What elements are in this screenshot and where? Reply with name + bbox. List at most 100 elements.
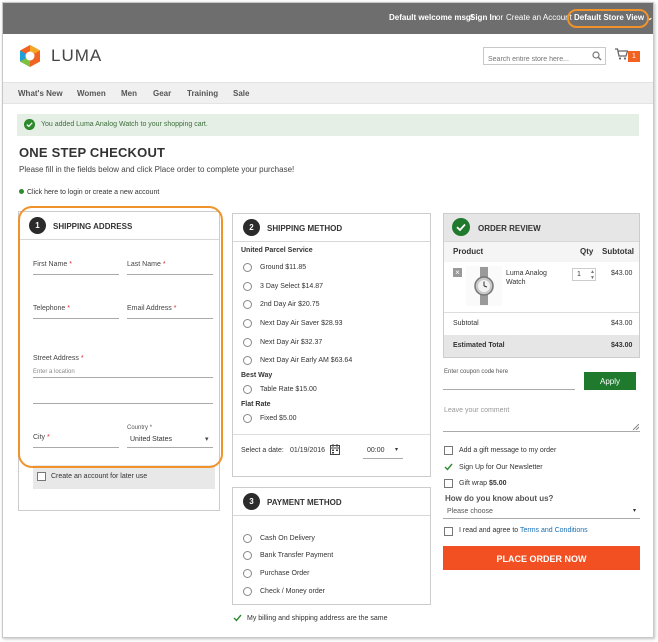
panel-title: SHIPPING METHOD xyxy=(267,224,343,233)
store-view-highlight xyxy=(567,9,649,28)
option-bank-transfer[interactable]: Bank Transfer Payment xyxy=(260,552,333,559)
resize-handle-icon[interactable] xyxy=(633,424,639,430)
radio-table-rate[interactable] xyxy=(243,385,252,394)
newsletter-label[interactable]: Sign Up for Our Newsletter xyxy=(459,464,543,471)
nav-item-gear[interactable]: Gear xyxy=(153,89,171,98)
radio-next-day-early[interactable] xyxy=(243,356,252,365)
coupon-input[interactable]: Enter coupon code here xyxy=(444,369,508,375)
estimated-total-row: Estimated Total $43.00 xyxy=(444,335,639,357)
page-title: ONE STEP CHECKOUT xyxy=(19,145,166,160)
terms-checkbox[interactable] xyxy=(444,527,453,536)
group-best-way: Best Way xyxy=(241,372,273,379)
option-next-day[interactable]: Next Day Air $32.37 xyxy=(260,339,322,346)
browser-frame: Default welcome msg! Sign In or Create a… xyxy=(2,2,654,638)
payment-method-header: 3 PAYMENT METHOD xyxy=(233,488,430,516)
option-ground[interactable]: Ground $11.85 xyxy=(260,264,306,271)
step-number: 3 xyxy=(243,493,260,510)
order-review-panel: ORDER REVIEW Product Qty Subtotal × Luma… xyxy=(443,213,640,358)
group-flat-rate: Flat Rate xyxy=(241,401,271,408)
remove-item-icon[interactable]: × xyxy=(453,268,462,277)
radio-check-money[interactable] xyxy=(243,587,252,596)
checkmark-icon[interactable] xyxy=(444,463,453,471)
create-account-checkbox[interactable] xyxy=(37,472,46,481)
search-icon[interactable] xyxy=(592,51,602,61)
sign-in-link[interactable]: Sign In xyxy=(470,13,497,22)
how-know-underline xyxy=(443,518,640,519)
bullet-icon xyxy=(19,189,24,194)
option-purchase-order[interactable]: Purchase Order xyxy=(260,570,309,577)
search-box[interactable] xyxy=(483,47,606,68)
radio-purchase-order[interactable] xyxy=(243,569,252,578)
create-account-link[interactable]: Create an Account xyxy=(506,13,572,22)
apply-coupon-button[interactable]: Apply xyxy=(584,372,636,390)
calendar-icon[interactable] xyxy=(330,444,340,455)
option-check-money[interactable]: Check / Money order xyxy=(260,588,325,595)
place-order-button[interactable]: PLACE ORDER NOW xyxy=(443,546,640,570)
radio-next-day-saver[interactable] xyxy=(243,319,252,328)
welcome-text: Default welcome msg! xyxy=(389,13,474,22)
luma-logo-icon[interactable] xyxy=(17,43,43,69)
billing-same-label[interactable]: My billing and shipping address are the … xyxy=(247,615,387,622)
radio-next-day[interactable] xyxy=(243,338,252,347)
option-fixed[interactable]: Fixed $5.00 xyxy=(260,415,297,422)
check-circle-icon xyxy=(452,218,470,236)
nav-item-whats-new[interactable]: What's New xyxy=(18,89,63,98)
radio-bank-transfer[interactable] xyxy=(243,551,252,560)
date-input[interactable]: 01/19/2016 xyxy=(290,447,325,454)
gift-message-checkbox[interactable] xyxy=(444,446,453,455)
time-underline xyxy=(363,458,403,459)
login-link-text: Click here to login or create a new acco… xyxy=(27,189,160,196)
total-label: Estimated Total xyxy=(453,342,505,349)
col-qty: Qty xyxy=(580,247,594,256)
nav-item-women[interactable]: Women xyxy=(77,89,106,98)
chevron-down-icon[interactable]: ▾ xyxy=(395,446,398,453)
comment-underline xyxy=(443,431,640,432)
time-select[interactable]: 00:00 xyxy=(367,447,385,454)
radio-3day[interactable] xyxy=(243,282,252,291)
review-table-header: Product Qty Subtotal xyxy=(444,242,639,262)
page-subtitle: Please fill in the fields below and clic… xyxy=(19,165,295,174)
chevron-down-icon[interactable]: ▾ xyxy=(633,507,636,514)
total-value: $43.00 xyxy=(611,342,633,349)
order-review-header: ORDER REVIEW xyxy=(444,214,639,242)
gift-wrap-label[interactable]: Gift wrap $5.00 xyxy=(459,480,507,487)
comment-textarea[interactable]: Leave your comment xyxy=(444,407,509,414)
how-know-select[interactable]: Please choose xyxy=(447,508,493,515)
subtotal-value: $43.00 xyxy=(611,320,633,327)
payment-method-panel: 3 PAYMENT METHOD Cash On Delivery Bank T… xyxy=(232,487,431,605)
create-account-label: Create an account for later use xyxy=(51,473,148,480)
nav-item-training[interactable]: Training xyxy=(187,89,218,98)
option-2nd-day[interactable]: 2nd Day Air $20.75 xyxy=(260,301,320,308)
option-table-rate[interactable]: Table Rate $15.00 xyxy=(260,386,317,393)
option-next-day-saver[interactable]: Next Day Air Saver $28.93 xyxy=(260,320,343,327)
gift-message-label[interactable]: Add a gift message to my order xyxy=(459,447,556,454)
option-next-day-early[interactable]: Next Day Air Early AM $63.64 xyxy=(260,357,352,364)
radio-fixed[interactable] xyxy=(243,414,252,423)
nav-item-sale[interactable]: Sale xyxy=(233,89,249,98)
cart-icon[interactable] xyxy=(615,48,628,60)
step-number: 2 xyxy=(243,219,260,236)
checkmark-icon[interactable] xyxy=(233,614,242,622)
option-3day[interactable]: 3 Day Select $14.87 xyxy=(260,283,323,290)
gift-wrap-checkbox[interactable] xyxy=(444,479,453,488)
terms-link[interactable]: Terms and Conditions xyxy=(520,527,588,534)
nav-item-men[interactable]: Men xyxy=(121,89,137,98)
create-account-row[interactable]: Create an account for later use xyxy=(33,465,215,489)
subtotal-label: Subtotal xyxy=(453,320,479,327)
radio-2nd-day[interactable] xyxy=(243,300,252,309)
cart-count-badge[interactable]: 1 xyxy=(628,51,640,62)
col-product: Product xyxy=(453,247,484,256)
item-name: Luma Analog Watch xyxy=(506,270,547,286)
qty-down-icon[interactable]: ▼ xyxy=(590,275,595,281)
search-input[interactable] xyxy=(484,51,588,68)
date-label: Select a date: xyxy=(241,447,284,454)
radio-ground[interactable] xyxy=(243,263,252,272)
shipping-method-header: 2 SHIPPING METHOD xyxy=(233,214,430,242)
option-cash-on-delivery[interactable]: Cash On Delivery xyxy=(260,535,315,542)
group-ups: United Parcel Service xyxy=(241,247,313,254)
radio-cash-on-delivery[interactable] xyxy=(243,534,252,543)
panel-title: PAYMENT METHOD xyxy=(267,498,342,507)
terms-label[interactable]: I read and agree to Terms and Conditions xyxy=(459,527,588,534)
login-link[interactable]: Click here to login or create a new acco… xyxy=(19,189,159,196)
qty-stepper[interactable]: 1 ▲ ▼ xyxy=(572,268,596,281)
